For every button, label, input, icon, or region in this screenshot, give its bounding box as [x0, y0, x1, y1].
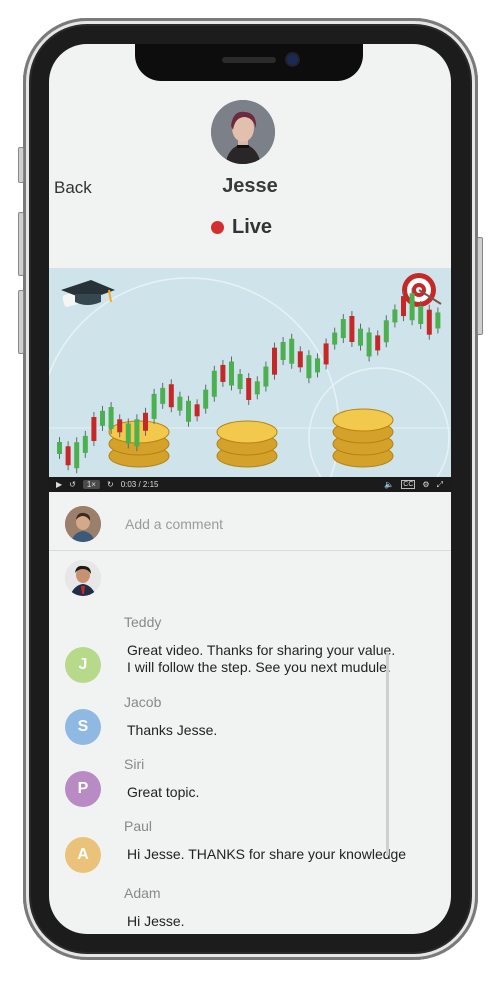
current-user-avatar — [65, 506, 101, 542]
comment-text: Hi Jesse. — [127, 913, 185, 929]
candle — [220, 364, 226, 382]
candle — [263, 366, 269, 387]
candle — [57, 442, 62, 454]
candle — [418, 306, 424, 325]
candle — [349, 316, 355, 343]
candle — [151, 393, 157, 419]
comment-text: Hi Jesse. THANKS for share your knowledg… — [127, 846, 407, 862]
candle — [280, 341, 286, 360]
front-camera — [287, 54, 298, 65]
candle — [203, 389, 209, 409]
candle — [332, 332, 338, 345]
avatar — [65, 560, 101, 596]
video-player[interactable]: ▶ ↺ 1× ↻ 0:03 / 2:15 🔈 CC ⚙ ⤢ — [49, 268, 451, 492]
time-display: 0:03 / 2:15 — [120, 480, 159, 489]
comment-list: Teddy Great video. Thanks for sharing yo… — [49, 550, 451, 934]
avatar: S — [65, 709, 101, 745]
volume-down-button — [18, 290, 24, 354]
live-dot-icon — [211, 221, 224, 234]
silent-switch — [18, 147, 24, 183]
candle — [392, 309, 398, 323]
candle — [91, 417, 97, 442]
play-icon[interactable]: ▶ — [56, 480, 62, 489]
comment-author: Adam — [124, 885, 161, 901]
candle — [160, 387, 166, 404]
volume-up-button — [18, 212, 24, 276]
comment-author: Jacob — [124, 694, 162, 710]
avatar: J — [65, 647, 101, 683]
candle — [108, 406, 114, 429]
candle — [65, 446, 71, 466]
candle — [246, 377, 252, 400]
candle — [254, 381, 260, 395]
candle — [401, 296, 406, 317]
candle — [117, 419, 123, 433]
candle — [100, 410, 105, 426]
candle — [289, 338, 295, 364]
comment-text: Thanks Jesse. — [127, 722, 218, 738]
candle — [383, 320, 389, 343]
candle — [366, 332, 372, 357]
phone-screen: Back Jesse Live ▶ ↺ 1× ↻ 0:03 / 2:15 🔈 C… — [49, 44, 451, 934]
candle — [272, 347, 277, 375]
comment-scrollbar[interactable] — [386, 653, 389, 856]
coin-icon — [216, 420, 278, 444]
candle — [168, 384, 174, 408]
avatar: P — [65, 771, 101, 807]
candle — [82, 435, 88, 453]
candle — [237, 374, 243, 390]
volume-icon[interactable]: 🔈 — [384, 480, 394, 489]
comment-text: Great topic. — [127, 784, 200, 800]
settings-gear-icon[interactable]: ⚙ — [422, 480, 429, 489]
candle — [315, 358, 320, 373]
captions-button[interactable]: CC — [401, 480, 416, 489]
candle — [358, 328, 363, 346]
comment-author: Paul — [124, 818, 153, 834]
comment-author: Teddy — [124, 614, 162, 630]
avatar: A — [65, 837, 101, 873]
comment-composer — [49, 492, 451, 551]
candle — [435, 312, 441, 329]
speaker-grille — [222, 57, 276, 63]
coin-icon — [332, 408, 394, 432]
host-avatar — [211, 100, 275, 164]
video-thumbnail — [49, 273, 451, 492]
candle — [143, 412, 148, 431]
comment-text: Great video. Thanks for sharing your val… — [127, 642, 396, 675]
speed-button[interactable]: 1× — [82, 480, 100, 489]
comment-input[interactable] — [123, 511, 427, 537]
candle — [134, 419, 140, 447]
candle — [125, 423, 131, 444]
host-name: Jesse — [222, 175, 278, 197]
comment-author: Siri — [124, 756, 145, 772]
live-indicator: Live — [211, 216, 272, 239]
candle — [297, 351, 303, 368]
candle — [323, 343, 329, 365]
live-label: Live — [232, 216, 273, 238]
fullscreen-icon[interactable]: ⤢ — [437, 480, 443, 490]
target-icon — [402, 273, 442, 307]
candle — [375, 335, 381, 351]
candle — [409, 293, 415, 321]
candle — [211, 370, 217, 397]
power-button — [477, 237, 483, 335]
candle — [194, 404, 200, 417]
candle — [306, 355, 312, 379]
candle — [177, 396, 183, 411]
candle — [229, 361, 234, 386]
candle — [186, 400, 191, 422]
candle — [74, 442, 80, 469]
refresh-icon[interactable]: ↻ — [107, 480, 114, 489]
notch — [135, 44, 363, 81]
replay-icon[interactable]: ↺ — [69, 480, 76, 489]
video-controls: ▶ ↺ 1× ↻ 0:03 / 2:15 🔈 CC ⚙ ⤢ — [49, 477, 451, 492]
candle — [340, 319, 346, 339]
candle — [426, 309, 432, 335]
